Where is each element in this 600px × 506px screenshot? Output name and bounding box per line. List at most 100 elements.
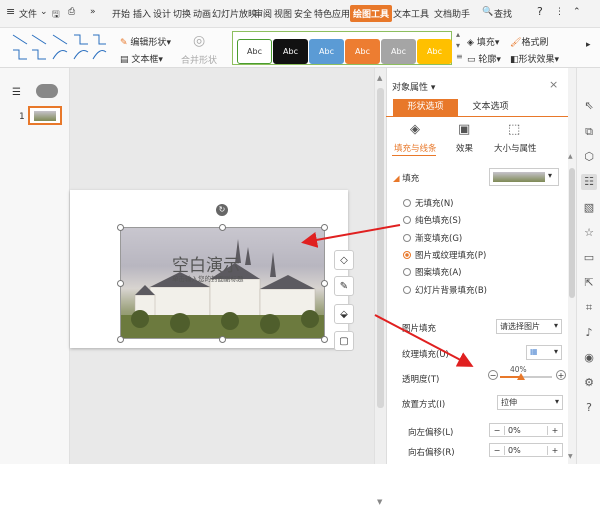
menu-icon[interactable]: ≡: [6, 5, 15, 18]
slide-thumbnail[interactable]: [28, 106, 62, 125]
placement-select[interactable]: 拉伸 ▾: [497, 395, 563, 410]
search-icon[interactable]: 🔍: [482, 7, 493, 17]
merge-shape-button[interactable]: 合并形状: [181, 53, 217, 66]
pane-scroll-up-icon[interactable]: ▲: [568, 153, 573, 160]
style-black[interactable]: Abc: [273, 39, 308, 64]
chevron-down-icon[interactable]: ⌄: [40, 7, 48, 17]
gallery-down-icon[interactable]: ▾: [456, 41, 460, 50]
help-circle-icon[interactable]: ?: [581, 400, 597, 416]
collapse-icon[interactable]: ⌃: [573, 7, 581, 17]
style-gray[interactable]: Abc: [381, 39, 416, 64]
transparency-increase-icon[interactable]: +: [556, 370, 566, 380]
archive-icon[interactable]: ▭: [581, 250, 597, 266]
tab-insert[interactable]: 插入: [133, 7, 151, 20]
resize-handle-se[interactable]: [321, 336, 328, 343]
edit-shape-button[interactable]: ✎ 编辑形状▾: [120, 35, 171, 48]
subtab-size[interactable]: 大小与属性: [494, 142, 537, 154]
style-orange[interactable]: Abc: [345, 39, 380, 64]
style-blue[interactable]: Abc: [309, 39, 344, 64]
transparency-slider-thumb[interactable]: [516, 373, 525, 380]
properties-icon[interactable]: ☷: [581, 174, 597, 190]
text-box-button[interactable]: ▤ 文本框▾: [120, 52, 163, 65]
transparency-decrease-icon[interactable]: −: [488, 370, 498, 380]
connector-gallery[interactable]: [10, 32, 110, 64]
fill-bucket-icon[interactable]: ⬙: [334, 304, 354, 324]
clip-icon[interactable]: ⌗: [581, 300, 597, 316]
size-icon[interactable]: ⬚: [508, 122, 520, 137]
save-icon[interactable]: 🖫: [52, 7, 60, 23]
outline-view-icon[interactable]: ☰: [12, 87, 21, 98]
location-icon[interactable]: ◉: [581, 350, 597, 366]
tab-shape-options[interactable]: 形状选项: [393, 99, 458, 116]
star-icon[interactable]: ☆: [581, 225, 597, 241]
resize-handle-e[interactable]: [321, 280, 328, 287]
resize-handle-sw[interactable]: [117, 336, 124, 343]
sound-icon[interactable]: ♪: [581, 325, 597, 341]
resize-handle-nw[interactable]: [117, 224, 124, 231]
tab-features[interactable]: 特色应用: [314, 7, 350, 20]
subtab-fill-line[interactable]: 填充与线条: [394, 142, 437, 154]
tab-view[interactable]: 视图: [274, 7, 292, 20]
slide-view-toggle[interactable]: [36, 84, 58, 98]
ribbon-scroll-icon[interactable]: ▸: [586, 40, 591, 50]
shapes-icon[interactable]: ⬡: [581, 149, 597, 165]
radio-picture-fill[interactable]: 图片或纹理填充(P): [403, 249, 486, 261]
resize-handle-ne[interactable]: [321, 224, 328, 231]
settings-icon[interactable]: ⚙: [581, 375, 597, 391]
fill-line-icon[interactable]: ◈: [410, 122, 420, 137]
shape-effect-button[interactable]: ◧形状效果▾: [510, 52, 559, 65]
tab-drawing-tools[interactable]: 绘图工具: [350, 5, 393, 22]
copy-icon[interactable]: ⧉: [581, 124, 597, 140]
offset-left-stepper[interactable]: − 0% +: [489, 423, 563, 437]
more-options-icon[interactable]: ⋮: [555, 7, 564, 17]
offset-right-stepper[interactable]: − 0% +: [489, 443, 563, 457]
close-icon[interactable]: ×: [549, 78, 558, 91]
outline-button[interactable]: ▭ 轮廓▾: [467, 52, 501, 65]
transparency-slider[interactable]: [500, 373, 552, 380]
scroll-down-icon[interactable]: ▼: [377, 498, 382, 506]
canvas-scrollbar[interactable]: ▲ ▼: [374, 68, 386, 506]
tab-security[interactable]: 安全: [294, 7, 312, 20]
subtab-effect[interactable]: 效果: [456, 142, 473, 154]
radio-pattern-fill[interactable]: 图案填充(A): [403, 266, 461, 278]
image-icon[interactable]: ▧: [581, 200, 597, 216]
share-icon[interactable]: ⇱: [581, 275, 597, 291]
tab-text-tools[interactable]: 文本工具: [393, 7, 429, 20]
pane-title[interactable]: 对象属性 ▾: [392, 80, 435, 93]
effect-icon-pane[interactable]: ▣: [458, 122, 470, 137]
file-menu[interactable]: 文件: [19, 7, 37, 20]
tab-text-options[interactable]: 文本选项: [458, 99, 523, 116]
gallery-up-icon[interactable]: ▴: [456, 30, 460, 39]
radio-solid-fill[interactable]: 纯色填充(S): [403, 214, 461, 226]
scroll-thumb[interactable]: [377, 88, 384, 408]
select-icon[interactable]: ⇖: [581, 98, 597, 114]
pane-scroll-thumb[interactable]: [569, 168, 575, 298]
help-icon[interactable]: ?: [537, 5, 543, 18]
scroll-up-icon[interactable]: ▲: [377, 74, 382, 82]
tab-slideshow[interactable]: 幻灯片放映: [212, 7, 257, 20]
frame-icon[interactable]: ▢: [334, 331, 354, 351]
pane-scroll-down-icon[interactable]: ▼: [568, 453, 573, 460]
style-yellow[interactable]: Abc: [417, 39, 452, 64]
tab-animation[interactable]: 动画: [193, 7, 211, 20]
texture-select[interactable]: ▦ ▾: [526, 345, 562, 360]
fill-preview-dropdown[interactable]: ▾: [489, 168, 559, 186]
style-white[interactable]: Abc: [237, 39, 272, 64]
format-painter-button[interactable]: 🖌格式刷: [510, 35, 548, 48]
radio-gradient-fill[interactable]: 渐变填充(G): [403, 232, 462, 244]
pane-scrollbar[interactable]: ▲ ▼: [568, 68, 576, 464]
tab-design[interactable]: 设计: [153, 7, 171, 20]
search-button[interactable]: 查找: [494, 7, 512, 20]
tab-transition[interactable]: 切换: [173, 7, 191, 20]
fill-section-header[interactable]: ◢ 填充: [393, 172, 419, 184]
picture-fill-select[interactable]: 请选择图片 ▾: [496, 319, 562, 334]
pen-icon[interactable]: ✎: [334, 276, 354, 296]
resize-handle-n[interactable]: [219, 224, 226, 231]
resize-handle-w[interactable]: [117, 280, 124, 287]
fill-button[interactable]: ◈ 填充▾: [467, 35, 499, 48]
radio-background-fill[interactable]: 幻灯片背景填充(B): [403, 284, 487, 296]
rotate-handle-icon[interactable]: ↻: [216, 204, 228, 216]
more-icon[interactable]: »: [90, 7, 96, 17]
resize-handle-s[interactable]: [219, 336, 226, 343]
tab-review[interactable]: 审阅: [254, 7, 272, 20]
